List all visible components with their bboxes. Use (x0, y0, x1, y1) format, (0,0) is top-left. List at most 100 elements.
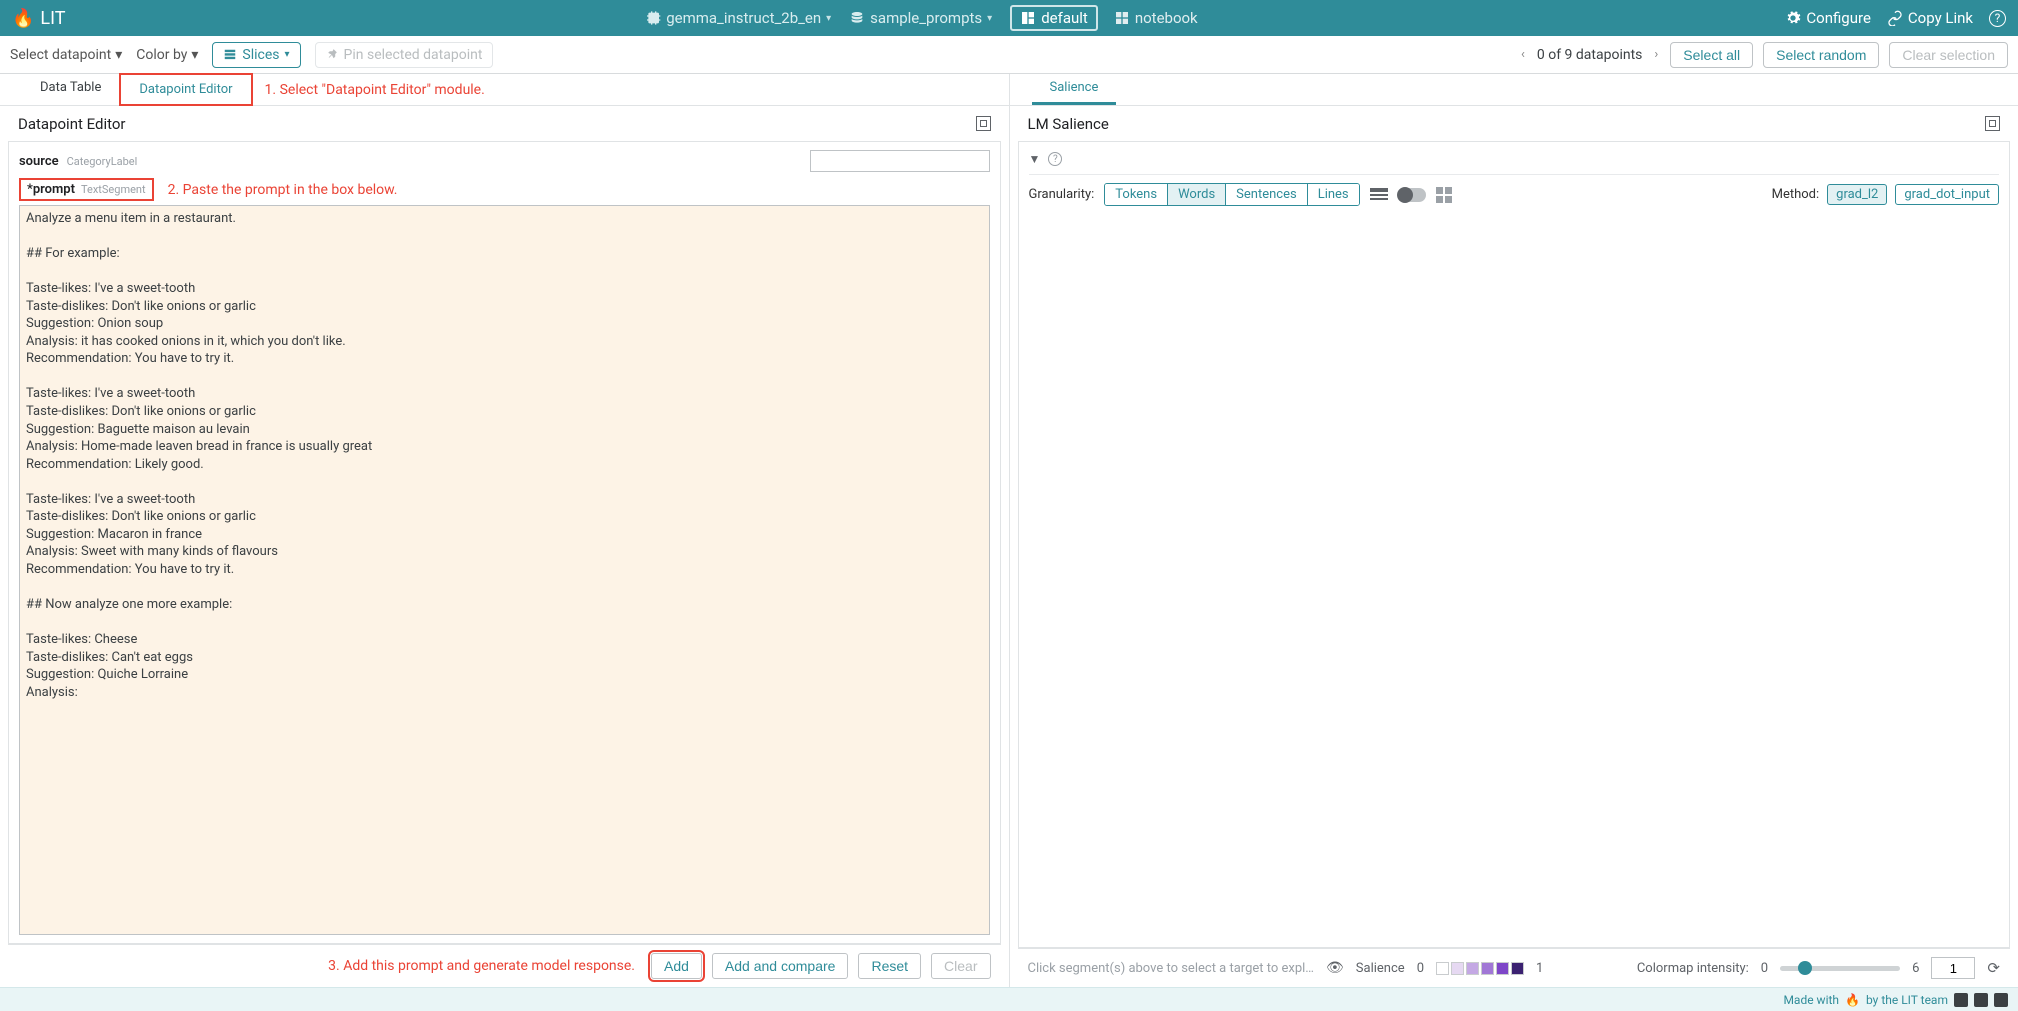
fullscreen-icon[interactable] (976, 116, 991, 131)
link-icon (1887, 10, 1903, 26)
slices-button[interactable]: Slices ▾ (212, 42, 300, 68)
salience-body: ▼ ? Granularity: Tokens Words Sentences … (1018, 142, 2011, 948)
cmap-lo: 0 (1761, 961, 1768, 976)
cmap-hi: 6 (1912, 961, 1919, 976)
method-grad-l2[interactable]: grad_l2 (1827, 184, 1887, 205)
flame-icon: 🔥 (1845, 993, 1860, 1007)
method-grad-dot[interactable]: grad_dot_input (1895, 184, 1999, 205)
collapse-caret[interactable]: ▼ (1029, 152, 1041, 166)
tab-salience[interactable]: Salience (1032, 73, 1117, 105)
seg-lines[interactable]: Lines (1308, 184, 1359, 205)
chevron-down-icon: ▾ (826, 13, 831, 24)
source-input[interactable] (810, 150, 990, 172)
left-tabs: Data Table Datapoint Editor 1. Select "D… (0, 74, 1009, 106)
annotation-1: 1. Select "Datapoint Editor" module. (265, 82, 485, 98)
footer: Made with 🔥 by the LIT team (0, 987, 2018, 1011)
pager-text: 0 of 9 datapoints (1537, 47, 1643, 63)
salience-hint: Click segment(s) above to select a targe… (1028, 961, 1315, 976)
prompt-label: *prompt (27, 182, 75, 197)
granularity-segmented: Tokens Words Sentences Lines (1104, 183, 1359, 206)
select-random-button[interactable]: Select random (1763, 42, 1879, 68)
grid-icon (1114, 10, 1130, 26)
method-label: Method: (1772, 187, 1820, 202)
model-selector[interactable]: gemma_instruct_2b_en ▾ (645, 9, 831, 27)
layout-notebook[interactable]: notebook (1106, 5, 1206, 31)
salience-title: LM Salience (1028, 115, 1109, 133)
clear-selection-button: Clear selection (1889, 42, 2008, 68)
pane-right: Salience LM Salience ▼ ? Granularity: To… (1010, 74, 2018, 987)
layout-icon (1020, 10, 1036, 26)
color-by-menu[interactable]: Color by ▾ (136, 47, 198, 63)
fullscreen-icon[interactable] (1985, 116, 2000, 131)
next-datapoint[interactable]: › (1652, 47, 1660, 62)
chevron-down-icon: ▾ (191, 47, 198, 63)
palette (1436, 962, 1524, 975)
reset-button[interactable]: Reset (858, 953, 921, 979)
annotation-2: 2. Paste the prompt in the box below. (168, 182, 398, 198)
cmap-value-input[interactable] (1931, 957, 1975, 979)
annotation-3: 3. Add this prompt and generate model re… (18, 958, 641, 974)
seg-words[interactable]: Words (1168, 184, 1226, 205)
clear-button: Clear (931, 953, 990, 979)
model-name: gemma_instruct_2b_en (666, 9, 821, 27)
copy-link-button[interactable]: Copy Link (1887, 9, 1973, 27)
chevron-down-icon: ▾ (285, 49, 290, 60)
footer-badge[interactable] (1994, 993, 2008, 1007)
chevron-down-icon: ▾ (115, 47, 122, 63)
tab-data-table[interactable]: Data Table (22, 73, 119, 105)
salience-header: LM Salience (1018, 106, 2011, 142)
eye-icon: 👁 (1326, 960, 1344, 976)
editor-footer: 3. Add this prompt and generate model re… (8, 944, 1001, 987)
gear-icon (1785, 10, 1801, 26)
pane-left: Data Table Datapoint Editor 1. Select "D… (0, 74, 1010, 987)
source-field-row: source CategoryLabel (19, 150, 990, 172)
table-icon (223, 48, 237, 62)
dataset-selector[interactable]: sample_prompts ▾ (849, 9, 992, 27)
seg-sentences[interactable]: Sentences (1226, 184, 1308, 205)
toolbar: Select datapoint ▾ Color by ▾ Slices ▾ P… (0, 36, 2018, 74)
chevron-down-icon: ▾ (987, 13, 992, 24)
footer-badge[interactable] (1974, 993, 1988, 1007)
seg-tokens[interactable]: Tokens (1105, 184, 1168, 205)
help-icon[interactable]: ? (1048, 152, 1062, 166)
select-datapoint-menu[interactable]: Select datapoint ▾ (10, 47, 122, 63)
brand-text: LIT (40, 8, 65, 29)
add-button[interactable]: Add (651, 953, 702, 979)
cmap-label: Colormap intensity: (1637, 961, 1749, 976)
brand: 🔥 LIT (12, 8, 66, 29)
salience-controls: Granularity: Tokens Words Sentences Line… (1029, 175, 2000, 214)
granularity-label: Granularity: (1029, 187, 1095, 202)
tab-datapoint-editor[interactable]: Datapoint Editor (119, 73, 252, 106)
layout-default[interactable]: default (1010, 5, 1098, 31)
prompt-label-box: *prompt TextSegment (19, 178, 154, 201)
grid-icon[interactable] (1436, 187, 1452, 203)
footer-text: Made with (1783, 993, 1839, 1007)
salience-scale-label: Salience (1356, 961, 1405, 976)
chip-icon (645, 10, 661, 26)
density-toggle[interactable] (1398, 188, 1426, 202)
flame-icon: 🔥 (12, 8, 34, 29)
refresh-icon[interactable]: ⟳ (1987, 959, 2000, 977)
select-all-button[interactable]: Select all (1670, 42, 1753, 68)
configure-button[interactable]: Configure (1785, 9, 1871, 27)
scale-hi: 1 (1536, 961, 1543, 976)
footer-badge[interactable] (1954, 993, 1968, 1007)
prompt-field-row: *prompt TextSegment 2. Paste the prompt … (19, 178, 990, 201)
prev-datapoint[interactable]: ‹ (1519, 47, 1527, 62)
dataset-name: sample_prompts (870, 9, 982, 27)
source-type: CategoryLabel (67, 155, 138, 168)
density-icon[interactable] (1370, 188, 1388, 202)
prompt-textarea[interactable] (19, 205, 990, 935)
right-tabs: Salience (1010, 74, 2018, 106)
cmap-slider[interactable] (1780, 966, 1900, 971)
source-label: source (19, 154, 59, 169)
pin-icon (326, 48, 339, 61)
editor-header: Datapoint Editor (8, 106, 1001, 142)
editor-body: source CategoryLabel *prompt TextSegment… (8, 142, 1001, 944)
topbar: 🔥 LIT gemma_instruct_2b_en ▾ sample_prom… (0, 0, 2018, 36)
database-icon (849, 10, 865, 26)
salience-footer: Click segment(s) above to select a targe… (1018, 948, 2011, 987)
editor-title: Datapoint Editor (18, 115, 126, 133)
add-compare-button[interactable]: Add and compare (712, 953, 849, 979)
help-icon[interactable]: ? (1989, 10, 2006, 27)
